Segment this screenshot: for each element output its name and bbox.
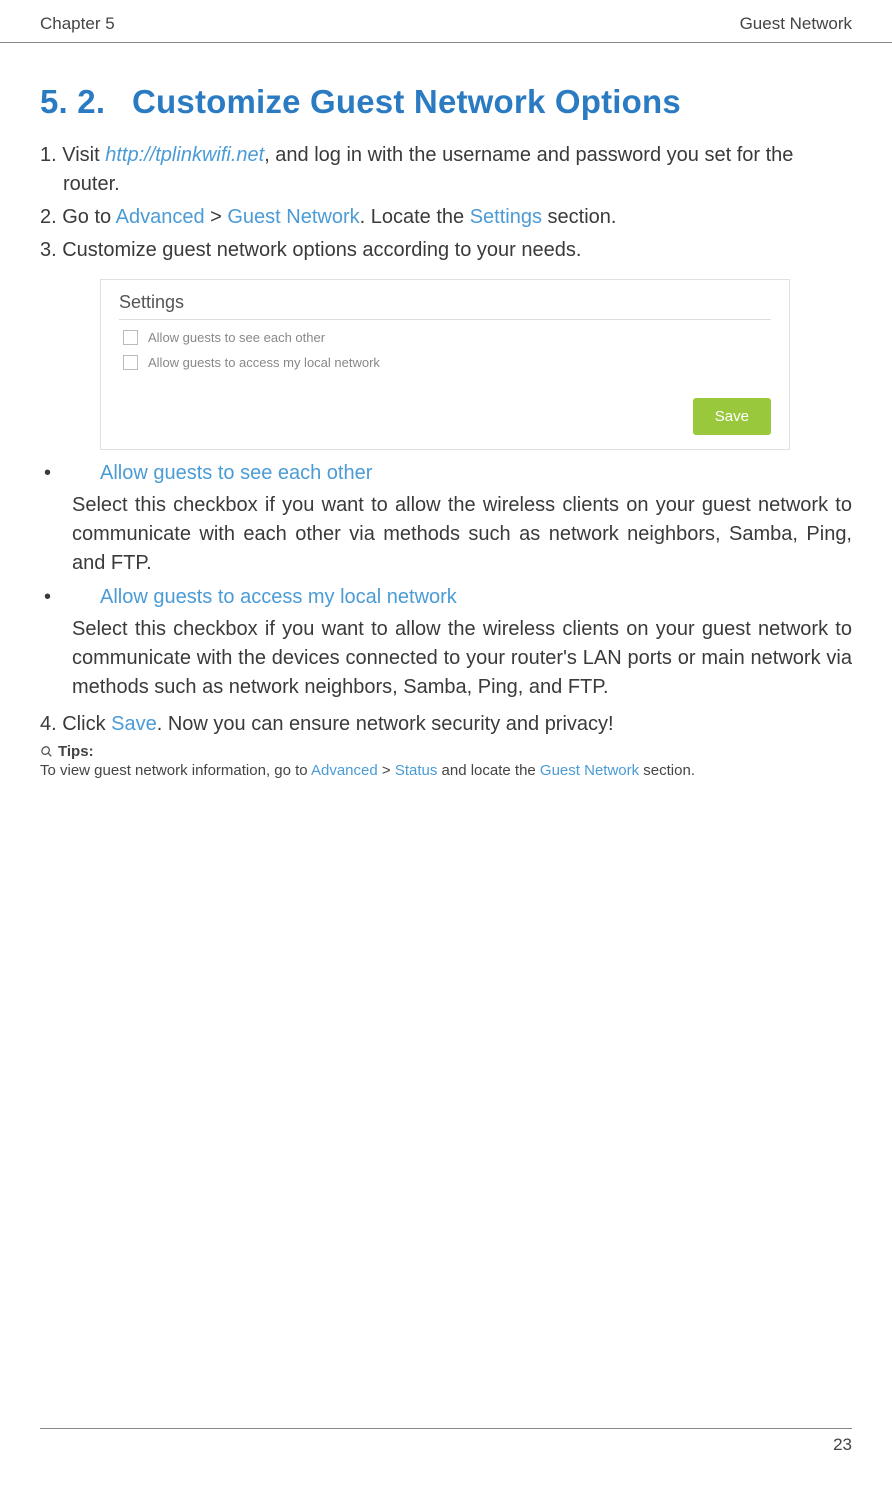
panel-option-1-label: Allow guests to see each other [148,330,325,345]
page-header: Chapter 5 Guest Network [0,0,892,43]
step-3: 3. Customize guest network options accor… [40,236,852,265]
tips-gt: > [378,762,395,779]
chapter-label: Chapter 5 [40,14,115,34]
tips-advanced: Advanced [311,762,378,779]
checkbox-see-each-other[interactable] [123,330,138,345]
step-2-advanced: Advanced [116,206,205,228]
bullet-option-1: •Allow guests to see each other [40,462,852,485]
page-content: 5. 2.Customize Guest Network Options 1. … [0,83,892,779]
section-heading: 5. 2.Customize Guest Network Options [40,83,852,121]
step-4: 4. Click Save. Now you can ensure networ… [40,710,852,739]
panel-option-2: Allow guests to access my local network [123,355,771,370]
option-1-description: Select this checkbox if you want to allo… [40,491,852,578]
step-2-settings: Settings [470,206,542,228]
step-2-mid: . Locate the [360,206,470,228]
option-2-description: Select this checkbox if you want to allo… [40,615,852,702]
panel-title: Settings [119,292,771,313]
step-2-gt: > [205,206,228,228]
checkbox-access-local-network[interactable] [123,355,138,370]
page-number: 23 [40,1428,852,1455]
tips-prefix: To view guest network information, go to [40,762,311,779]
section-title: Customize Guest Network Options [132,83,681,120]
step-2-guest-network: Guest Network [227,206,359,228]
tips-status: Status [395,762,438,779]
tips-mid: and locate the [437,762,540,779]
section-label: Guest Network [740,14,852,34]
tips-header: Tips: [40,743,852,760]
pin-icon [37,742,57,762]
save-button[interactable]: Save [693,398,771,435]
step-4-prefix: 4. Click [40,713,111,735]
bullet-dot-2: • [72,586,100,609]
step-1-prefix: 1. Visit [40,144,105,166]
step-1: 1. Visit http://tplinkwifi.net, and log … [40,141,852,199]
tips-label: Tips: [58,743,94,760]
panel-divider [119,319,771,320]
option-2-title: Allow guests to access my local network [100,586,457,608]
panel-option-1: Allow guests to see each other [123,330,771,345]
bullet-dot-1: • [72,462,100,485]
step-2-suffix: section. [542,206,616,228]
step-1-link[interactable]: http://tplinkwifi.net [105,144,264,166]
tips-text: To view guest network information, go to… [40,762,852,779]
panel-save-row: Save [119,398,771,435]
section-number: 5. 2. [40,83,132,121]
tips-guest-network: Guest Network [540,762,639,779]
panel-option-2-label: Allow guests to access my local network [148,355,380,370]
option-1-title: Allow guests to see each other [100,462,372,484]
step-2: 2. Go to Advanced > Guest Network. Locat… [40,203,852,232]
step-4-save: Save [111,713,157,735]
step-4-suffix: . Now you can ensure network security an… [157,713,614,735]
tips-suffix: section. [639,762,695,779]
settings-panel-screenshot: Settings Allow guests to see each other … [100,279,790,450]
bullet-option-2: •Allow guests to access my local network [40,586,852,609]
step-2-prefix: 2. Go to [40,206,116,228]
